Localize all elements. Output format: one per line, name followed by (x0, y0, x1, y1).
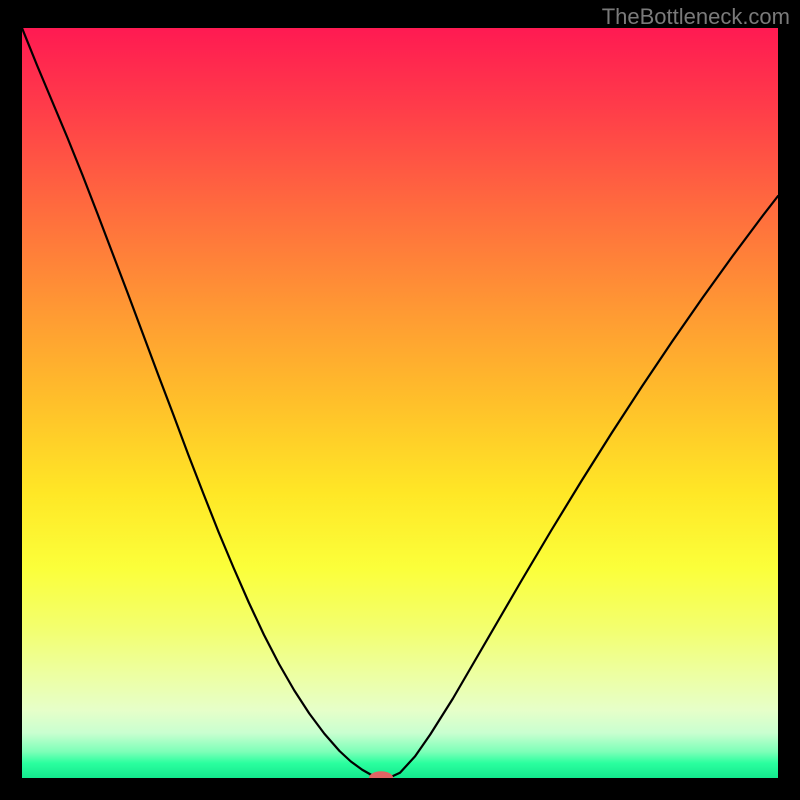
watermark-text: TheBottleneck.com (602, 4, 790, 30)
plot-area (22, 28, 778, 778)
bottleneck-curve (22, 28, 778, 778)
chart-frame: TheBottleneck.com (0, 0, 800, 800)
chart-svg (22, 28, 778, 778)
optimum-marker (369, 771, 393, 778)
